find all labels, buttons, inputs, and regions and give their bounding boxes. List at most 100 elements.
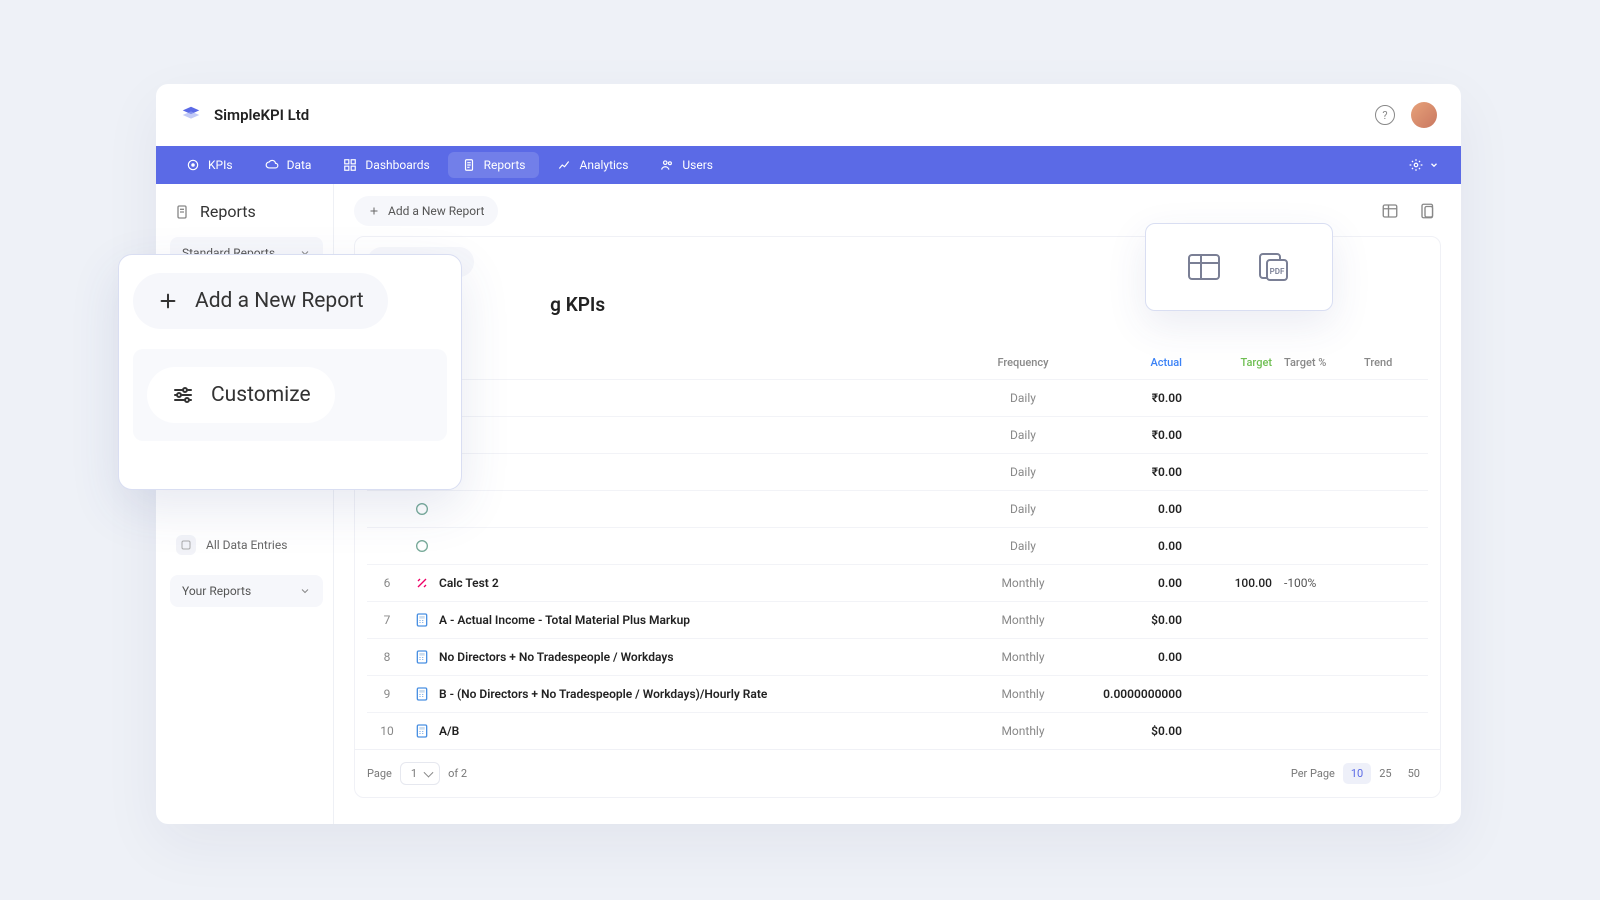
export-table-button[interactable] (1377, 198, 1403, 224)
plus-icon (368, 205, 380, 217)
callout-customize-section: Customize (133, 349, 447, 441)
callout-add-report-button[interactable]: Add a New Report (133, 273, 388, 329)
row-trend (1358, 639, 1428, 676)
your-reports-dropdown[interactable]: Your Reports (170, 575, 323, 607)
nav-item-data[interactable]: Data (251, 152, 326, 178)
row-target (1188, 380, 1278, 417)
svg-text:PDF: PDF (1270, 267, 1285, 276)
row-actual: $0.00 (1078, 602, 1188, 639)
pager: Page 1 of 2 Per Page 102550 (355, 749, 1440, 797)
row-frequency: Monthly (968, 602, 1078, 639)
row-actual: 0.00 (1078, 491, 1188, 528)
row-target-pct (1278, 713, 1358, 750)
user-avatar[interactable] (1411, 102, 1437, 128)
kpi-table: Frequency Actual Target Target % Trend e… (367, 346, 1428, 749)
target-icon (186, 158, 200, 172)
table-row[interactable]: eDaily₹0.00 (367, 380, 1428, 417)
table-row[interactable]: 10A/BMonthly$0.00 (367, 713, 1428, 750)
pdf-icon (1419, 202, 1437, 220)
nav-item-reports[interactable]: Reports (448, 152, 540, 178)
row-trend (1358, 676, 1428, 713)
row-trend (1358, 417, 1428, 454)
row-target-pct (1278, 602, 1358, 639)
list-icon (176, 535, 196, 555)
nav-label: Dashboards (365, 158, 429, 172)
row-icon (407, 602, 433, 639)
document-icon (174, 204, 190, 220)
row-icon (407, 565, 433, 602)
table-row[interactable]: 7A - Actual Income - Total Material Plus… (367, 602, 1428, 639)
row-target-pct (1278, 528, 1358, 565)
nav-item-analytics[interactable]: Analytics (543, 152, 642, 178)
nav-item-dashboards[interactable]: Dashboards (329, 152, 443, 178)
gear-icon (1409, 158, 1423, 172)
nav-item-kpis[interactable]: KPIs (172, 152, 247, 178)
row-trend (1358, 602, 1428, 639)
row-name: Calc Test 2 (433, 565, 968, 602)
brand-name: SimpleKPI Ltd (214, 106, 309, 124)
row-name (433, 491, 968, 528)
document-icon (462, 158, 476, 172)
nav-label: KPIs (208, 158, 233, 172)
export-pdf-button[interactable] (1415, 198, 1441, 224)
row-index: 8 (367, 639, 407, 676)
pdf-icon: PDF (1257, 252, 1291, 282)
sidebar-item-all-data[interactable]: All Data Entries (170, 527, 323, 563)
table-row[interactable]: Daily₹0.00 (367, 417, 1428, 454)
pager-right: Per Page 102550 (1291, 767, 1428, 780)
sidebar-title: Reports (170, 194, 323, 231)
table-row[interactable]: 8No Directors + No Tradespeople / Workda… (367, 639, 1428, 676)
row-name: B - (No Directors + No Tradespeople / Wo… (433, 676, 968, 713)
help-icon[interactable]: ? (1375, 105, 1395, 125)
table-row[interactable]: Daily0.00 (367, 491, 1428, 528)
row-index: 9 (367, 676, 407, 713)
per-page-option[interactable]: 25 (1371, 763, 1399, 784)
row-target (1188, 639, 1278, 676)
row-target (1188, 528, 1278, 565)
row-icon (407, 528, 433, 565)
navbar: KPIs Data Dashboards Reports Analytics U… (156, 146, 1461, 184)
plus-icon (157, 290, 179, 312)
per-page-option[interactable]: 50 (1400, 763, 1428, 784)
table-row[interactable]: Daily₹0.00 (367, 454, 1428, 491)
row-frequency: Monthly (968, 676, 1078, 713)
table-row[interactable]: 9 B - (No Directors + No Tradespeople / W… (367, 676, 1428, 713)
callout-add-customize: Add a New Report Customize (118, 254, 462, 490)
per-page-option[interactable]: 10 (1343, 763, 1371, 784)
topbar-right: ? (1375, 102, 1437, 128)
row-target (1188, 602, 1278, 639)
chevron-down-icon (299, 585, 311, 597)
row-name: e (433, 380, 968, 417)
row-actual: 0.0000000000 (1078, 676, 1188, 713)
table-icon (1381, 202, 1399, 220)
row-frequency: Monthly (968, 713, 1078, 750)
col-target: Target (1188, 346, 1278, 380)
export-pdf-button[interactable]: PDF (1257, 252, 1291, 282)
page-select[interactable]: 1 (400, 762, 440, 785)
row-actual: ₹0.00 (1078, 454, 1188, 491)
row-index: 10 (367, 713, 407, 750)
cloud-icon (265, 158, 279, 172)
row-target (1188, 713, 1278, 750)
row-actual: $0.00 (1078, 713, 1188, 750)
row-target (1188, 454, 1278, 491)
topbar: SimpleKPI Ltd ? (156, 84, 1461, 146)
table-row[interactable]: 6Calc Test 2Monthly0.00100.00-100% (367, 565, 1428, 602)
nav-item-users[interactable]: Users (646, 152, 727, 178)
export-excel-button[interactable] (1187, 252, 1221, 282)
button-label: Customize (211, 383, 311, 407)
callout-customize-button[interactable]: Customize (147, 367, 335, 423)
row-actual: ₹0.00 (1078, 417, 1188, 454)
chevron-down-icon (1429, 160, 1439, 170)
row-frequency: Monthly (968, 565, 1078, 602)
table-header-row: Frequency Actual Target Target % Trend (367, 346, 1428, 380)
nav-label: Data (287, 158, 312, 172)
row-target (1188, 676, 1278, 713)
row-target: 100.00 (1188, 565, 1278, 602)
col-frequency: Frequency (968, 346, 1078, 380)
row-frequency: Monthly (968, 639, 1078, 676)
table-row[interactable]: Daily0.00 (367, 528, 1428, 565)
col-target-pct: Target % (1278, 346, 1358, 380)
nav-settings[interactable] (1403, 152, 1445, 178)
add-report-button[interactable]: Add a New Report (354, 196, 498, 226)
